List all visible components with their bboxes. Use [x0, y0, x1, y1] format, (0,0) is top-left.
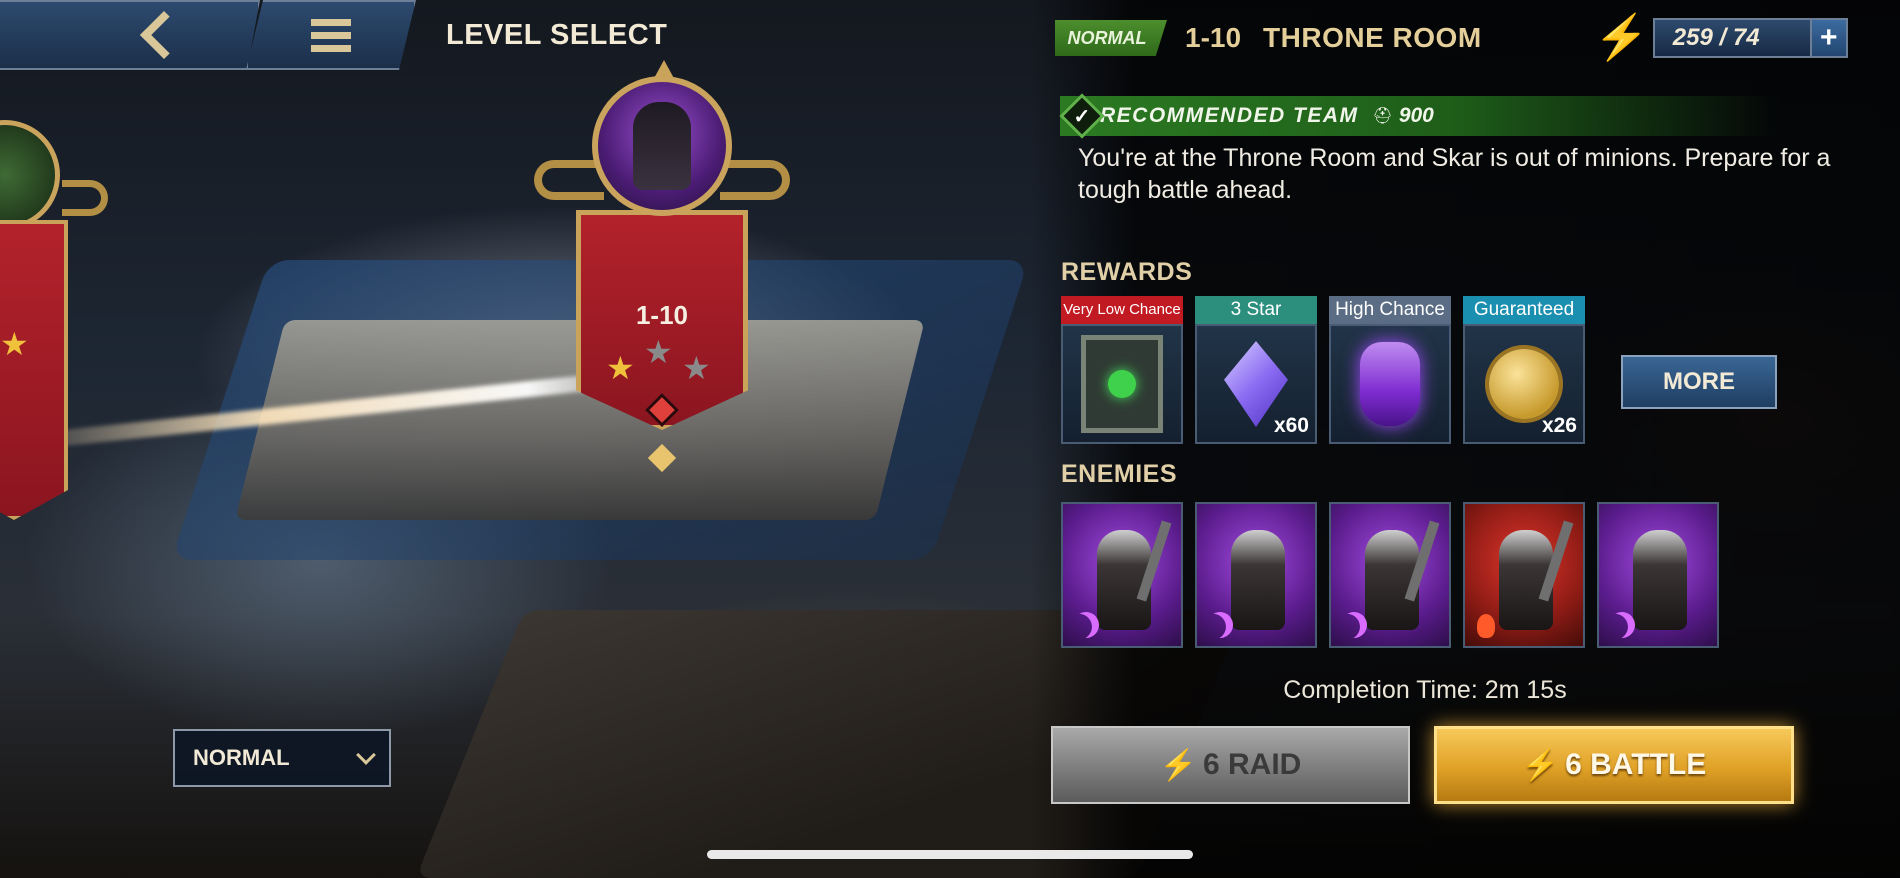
reward-item[interactable]: Guaranteed x26: [1463, 296, 1585, 444]
reward-tag: Guaranteed: [1463, 296, 1585, 324]
top-nav: [0, 0, 416, 72]
banner-cloth: [0, 220, 68, 520]
energy-counter: ⚡ 259 / 74 +: [1594, 16, 1848, 60]
check-glyph: ✓: [1073, 105, 1091, 128]
raid-label: 6 RAID: [1203, 748, 1302, 781]
reward-item[interactable]: Very Low Chance: [1061, 296, 1183, 444]
reward-tile: x26: [1463, 324, 1585, 444]
enemies-heading: ENEMIES: [1061, 460, 1178, 488]
home-indicator[interactable]: [707, 850, 1193, 859]
lightning-icon: ⚡: [1521, 748, 1560, 782]
enemy-portrait[interactable]: [1597, 502, 1719, 648]
battle-label: 6 BATTLE: [1565, 748, 1707, 781]
level-banner-previous[interactable]: ★: [0, 120, 110, 520]
enemy-portrait[interactable]: [1329, 502, 1451, 648]
reward-quantity: x26: [1541, 414, 1577, 437]
energy-box: 259 / 74 +: [1652, 18, 1848, 58]
helmet-icon: ⛑: [1372, 108, 1393, 125]
star-icon: ★: [606, 350, 635, 386]
level-stars: ★ ★ ★: [606, 336, 718, 386]
boss-portrait: [0, 120, 60, 230]
stage-header: NORMAL 1-10 THRONE ROOM: [1055, 18, 1482, 58]
recommended-team-bar: ✓ RECOMMENDED TEAM ⛑ 900: [1059, 93, 1780, 139]
reward-tag: 3 Star: [1195, 296, 1317, 324]
chevron-down-icon: [356, 745, 376, 765]
mode-badge: NORMAL: [1055, 20, 1167, 56]
banner-horn: [720, 160, 790, 200]
menu-button[interactable]: [246, 0, 416, 70]
lightning-icon: ⚡: [1159, 748, 1197, 782]
level-label: 1-10: [635, 300, 689, 330]
more-rewards-button[interactable]: MORE: [1621, 355, 1777, 409]
raid-button[interactable]: ⚡ 6 RAID: [1051, 726, 1410, 804]
rewards-heading: REWARDS: [1061, 258, 1193, 286]
reward-tag: Very Low Chance: [1061, 296, 1183, 324]
reward-item[interactable]: High Chance: [1329, 296, 1451, 444]
level-banner-current[interactable]: 1-10 ★ ★ ★: [534, 60, 790, 473]
check-icon: ✓: [1059, 93, 1105, 139]
enemy-figure: [1633, 530, 1687, 630]
recommended-power: 900: [1398, 104, 1434, 127]
gold-coins-icon: [1489, 349, 1559, 419]
reward-quantity: x60: [1273, 414, 1309, 437]
difficulty-select[interactable]: NORMAL: [173, 729, 391, 787]
banner-horn: [534, 160, 604, 200]
reward-tile: [1329, 324, 1451, 444]
star-icon: ★: [0, 326, 29, 362]
enemy-figure: [1231, 530, 1285, 630]
boss-portrait: [592, 76, 732, 216]
hamburger-menu-icon: [311, 18, 351, 26]
gear-chest-icon: [1081, 335, 1163, 433]
star-icon: ★: [644, 334, 673, 370]
chevron-left-icon: [139, 10, 189, 60]
page-title: LEVEL SELECT: [446, 19, 668, 51]
battle-button[interactable]: ⚡ 6 BATTLE: [1434, 726, 1794, 804]
stage-name: THRONE ROOM: [1263, 22, 1482, 53]
stage-description: You're at the Throne Room and Skar is ou…: [1078, 144, 1831, 204]
hamburger-bar: [311, 31, 351, 39]
enemy-portrait[interactable]: [1463, 502, 1585, 648]
recommended-team-label: RECOMMENDED TEAM: [1100, 104, 1359, 127]
banner-horn: [62, 180, 108, 216]
fire-icon: [1477, 614, 1495, 638]
back-button[interactable]: [0, 0, 260, 70]
reward-item[interactable]: 3 Star x60: [1195, 296, 1317, 444]
reward-tag: High Chance: [1329, 296, 1451, 324]
hamburger-bar: [311, 44, 351, 52]
boss-figure: [633, 102, 691, 190]
enemy-portrait[interactable]: [1061, 502, 1183, 648]
energy-value: 259 / 74: [1672, 24, 1760, 51]
star-icon: ★: [682, 350, 711, 386]
enemy-portrait[interactable]: [1195, 502, 1317, 648]
lightning-icon: ⚡: [1594, 13, 1649, 62]
reward-tile: x60: [1195, 324, 1317, 444]
stage-number: 1-10: [1185, 22, 1242, 53]
potion-icon: [1360, 342, 1420, 426]
reward-tile: [1061, 324, 1183, 444]
add-energy-button[interactable]: +: [1809, 20, 1846, 56]
completion-time: Completion Time: 2m 15s: [1283, 676, 1567, 704]
difficulty-value: NORMAL: [193, 745, 290, 770]
